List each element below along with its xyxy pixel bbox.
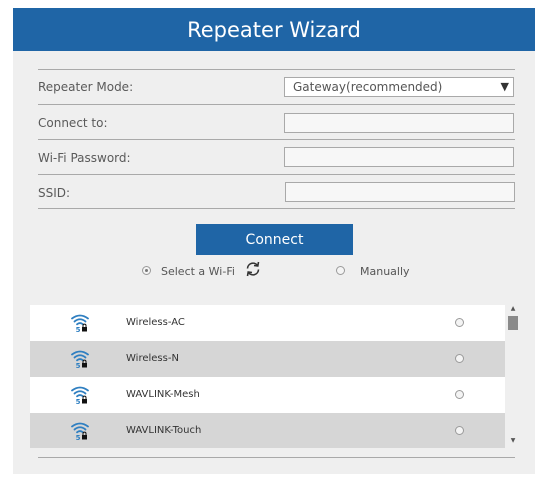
wifi-password-input[interactable] xyxy=(284,147,514,167)
network-name: WAVLINK-Touch xyxy=(126,425,202,436)
list-item[interactable]: 5 Wireless-AC xyxy=(30,305,505,341)
list-item[interactable]: 5 Wireless-N xyxy=(30,341,505,377)
divider xyxy=(38,69,515,70)
repeater-mode-select[interactable]: Gateway(recommended) ▼ xyxy=(284,77,514,97)
scroll-thumb[interactable] xyxy=(508,316,518,330)
list-item[interactable]: 5 WAVLINK-Touch xyxy=(30,413,505,448)
connect-to-label: Connect to: xyxy=(38,116,108,130)
wifi-list-scrollbar[interactable]: ▲ ▼ xyxy=(507,305,519,448)
page-title: Repeater Wizard xyxy=(13,8,535,51)
repeater-mode-value: Gateway(recommended) xyxy=(293,80,443,94)
band-label: 5 xyxy=(76,326,81,333)
network-name: Wireless-AC xyxy=(126,317,185,328)
divider xyxy=(38,139,515,140)
network-select-radio[interactable] xyxy=(455,426,464,435)
scroll-up-arrow-icon[interactable]: ▲ xyxy=(507,305,519,312)
divider xyxy=(38,104,515,105)
divider xyxy=(38,174,515,175)
divider xyxy=(38,457,515,458)
repeater-wizard-panel: Repeater Wizard Repeater Mode: Gateway(r… xyxy=(13,8,535,474)
network-name: WAVLINK-Mesh xyxy=(126,389,200,400)
manually-radio[interactable] xyxy=(336,266,345,275)
connect-to-input[interactable] xyxy=(284,113,514,133)
page-title-text: Repeater Wizard xyxy=(187,17,361,42)
network-select-radio[interactable] xyxy=(455,390,464,399)
wifi-network-list: 5 Wireless-AC 5 Wireless-N 5 WAVLINK-Mesh 5 WAV… xyxy=(30,305,505,448)
refresh-icon[interactable] xyxy=(244,260,262,278)
network-select-radio[interactable] xyxy=(455,318,464,327)
wifi-5ghz-lock-icon: 5 xyxy=(70,385,90,406)
repeater-mode-label: Repeater Mode: xyxy=(38,80,134,94)
network-select-radio[interactable] xyxy=(455,354,464,363)
network-name: Wireless-N xyxy=(126,353,179,364)
band-label: 5 xyxy=(76,362,81,369)
wifi-password-label: Wi-Fi Password: xyxy=(38,151,131,165)
divider xyxy=(38,208,515,209)
chevron-down-icon: ▼ xyxy=(500,80,509,93)
wifi-5ghz-lock-icon: 5 xyxy=(70,421,90,442)
wifi-5ghz-lock-icon: 5 xyxy=(70,349,90,370)
band-label: 5 xyxy=(76,398,81,405)
ssid-label: SSID: xyxy=(38,186,71,200)
ssid-input[interactable] xyxy=(285,182,515,202)
band-label: 5 xyxy=(76,434,81,441)
connect-button[interactable]: Connect xyxy=(196,224,353,255)
list-item[interactable]: 5 WAVLINK-Mesh xyxy=(30,377,505,413)
select-wifi-radio[interactable] xyxy=(142,266,151,275)
select-wifi-label: Select a Wi-Fi xyxy=(161,265,235,278)
scroll-down-arrow-icon[interactable]: ▼ xyxy=(507,437,519,444)
wifi-5ghz-lock-icon: 5 xyxy=(70,313,90,334)
manually-label: Manually xyxy=(360,265,410,278)
